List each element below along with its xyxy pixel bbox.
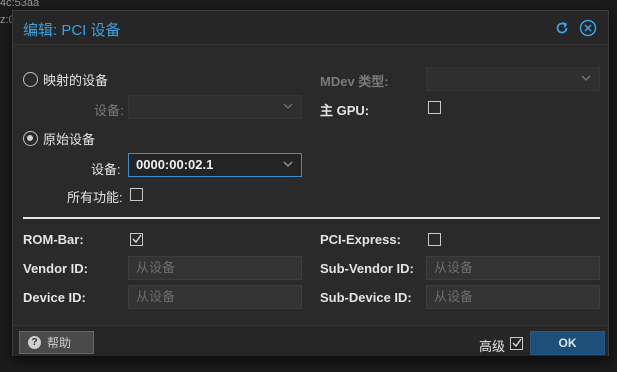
mapped-device-field-label: 设备: (94, 103, 124, 118)
primary-gpu-label: 主 GPU: (320, 103, 370, 118)
vendor-id-placeholder: 从设备 (136, 260, 176, 275)
rom-bar-label: ROM-Bar: (23, 232, 84, 247)
advanced-checkbox[interactable] (510, 337, 523, 350)
raw-device-select[interactable]: 0000:00:02.1 (128, 153, 302, 177)
chevron-down-icon (283, 161, 293, 167)
check-icon (132, 234, 142, 244)
vendor-id-field[interactable]: 从设备 (128, 256, 302, 280)
sub-vendor-id-placeholder: 从设备 (434, 260, 474, 275)
all-functions-checkbox[interactable] (130, 188, 143, 201)
mapped-device-label: 映射的设备 (43, 73, 109, 88)
help-button-label: 帮助 (47, 336, 72, 350)
section-divider (23, 217, 600, 219)
close-icon[interactable] (579, 19, 597, 37)
sub-device-id-placeholder: 从设备 (434, 289, 474, 304)
chevron-down-icon (283, 103, 293, 109)
ok-button[interactable]: OK (530, 331, 605, 355)
mapped-device-radio[interactable]: 映射的设备 (23, 70, 108, 89)
question-icon: ? (28, 336, 41, 349)
mdev-type-label: MDev 类型: (320, 74, 389, 89)
rom-bar-checkbox[interactable] (130, 233, 143, 246)
help-button[interactable]: ? 帮助 (19, 331, 94, 354)
check-icon (512, 338, 522, 348)
reset-icon[interactable] (553, 19, 571, 37)
all-functions-label: 所有功能: (67, 190, 123, 205)
raw-device-value: 0000:00:02.1 (136, 157, 214, 172)
sub-device-id-field[interactable]: 从设备 (426, 285, 600, 309)
sub-device-id-label: Sub-Device ID: (320, 290, 412, 305)
advanced-label: 高级 (479, 339, 506, 354)
pci-device-dialog: 编辑: PCI 设备 映射的设备 设备: 原始设备 设备: 0000:00:02… (12, 10, 609, 356)
sub-vendor-id-label: Sub-Vendor ID: (320, 261, 414, 276)
dialog-titlebar: 编辑: PCI 设备 (13, 11, 608, 45)
sub-vendor-id-field[interactable]: 从设备 (426, 256, 600, 280)
raw-device-label: 原始设备 (43, 132, 96, 147)
pci-express-label: PCI-Express: (320, 232, 401, 247)
radio-button[interactable] (23, 131, 38, 146)
primary-gpu-checkbox[interactable] (428, 101, 441, 114)
chevron-down-icon (581, 75, 591, 81)
dialog-footer: ? 帮助 高级 OK (13, 325, 608, 356)
device-id-label: Device ID: (23, 290, 86, 305)
raw-device-field-label: 设备: (91, 162, 121, 177)
mapped-device-select[interactable] (128, 95, 302, 119)
background-text: 4c:53aa (0, 0, 40, 9)
raw-device-radio[interactable]: 原始设备 (23, 129, 95, 148)
pci-express-checkbox[interactable] (428, 233, 441, 246)
device-id-field[interactable]: 从设备 (128, 285, 302, 309)
radio-button[interactable] (23, 72, 38, 87)
mdev-type-select[interactable] (426, 67, 600, 91)
vendor-id-label: Vendor ID: (23, 261, 89, 276)
device-id-placeholder: 从设备 (136, 289, 176, 304)
dialog-title: 编辑: PCI 设备 (23, 22, 121, 39)
